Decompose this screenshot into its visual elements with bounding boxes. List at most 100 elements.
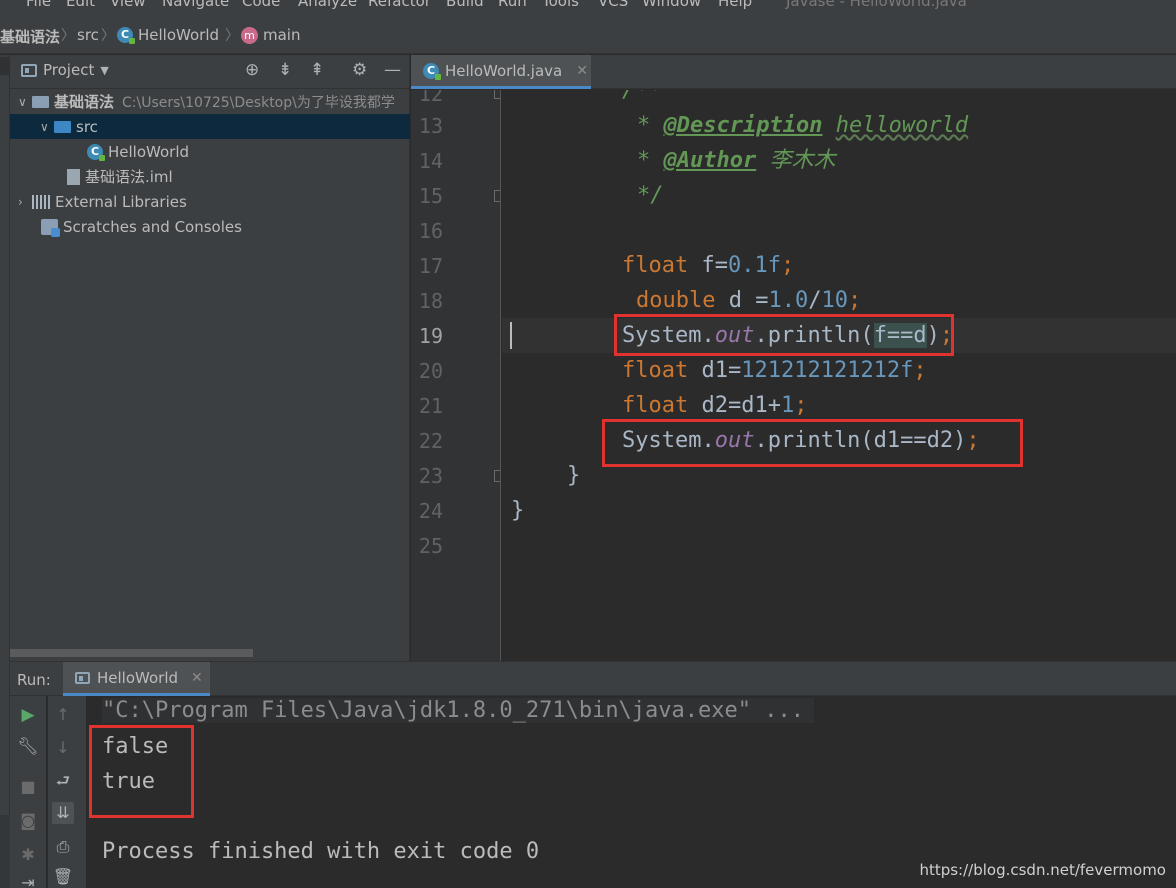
highlight-box (614, 314, 954, 356)
horizontal-scrollbar[interactable] (10, 649, 253, 657)
trash-icon[interactable]: 🗑︎ (52, 866, 74, 888)
collapse-all-icon[interactable]: ⇞ (310, 60, 324, 80)
fold-icon[interactable] (494, 90, 500, 99)
java-class-icon: C (423, 62, 441, 80)
menu-analyze[interactable]: Analyze (298, 0, 357, 10)
tree-item-external-libraries[interactable]: › External Libraries (10, 189, 410, 214)
tree-item-scratches[interactable]: Scratches and Consoles (10, 214, 410, 239)
left-tool-strip (0, 55, 10, 888)
breadcrumb-class[interactable]: C HelloWorld (117, 26, 219, 44)
chevron-right-icon: 〉 (101, 28, 115, 44)
code-line-18: double d =1.0/10; (636, 288, 862, 313)
structure-tool-button[interactable] (0, 815, 10, 888)
menu-edit[interactable]: Edit (66, 0, 95, 10)
expand-all-icon[interactable]: ⇟ (278, 60, 292, 80)
tree-item-project-root[interactable]: ∨ 基础语法 C:\Users\10725\Desktop\为了毕设我都学 (10, 89, 410, 114)
library-icon (32, 194, 50, 209)
console-output[interactable]: "C:\Program Files\Java\jdk1.8.0_271\bin\… (89, 696, 1176, 888)
tree-item-label: External Libraries (55, 192, 187, 211)
watermark: https://blog.csdn.net/fevermomo (919, 861, 1166, 879)
gear-icon[interactable]: ⚙ (352, 60, 367, 80)
code-line-12: /** (502, 90, 1176, 108)
run-toolbar-primary: ▶ 🔧︎ ■ ◙ ✱ ⇥ (10, 696, 46, 888)
close-icon[interactable]: ✕ (191, 670, 203, 686)
window-title: Javase - HelloWorld.java (786, 0, 967, 10)
stop-icon[interactable]: ■ (17, 776, 39, 798)
javadoc-text: helloworld (835, 113, 969, 138)
project-panel-header: Project ▼ ⊕ ⇟ ⇞ ⚙ — (10, 55, 410, 89)
tab-label: HelloWorld.java (445, 61, 563, 80)
breadcrumb-src[interactable]: src (77, 26, 99, 44)
exit-icon[interactable]: ⇥ (17, 872, 39, 888)
print-icon[interactable]: ⎙ (52, 836, 74, 858)
code-line-17: float f=0.1f; (622, 253, 795, 278)
rerun-icon[interactable]: ▶ (17, 704, 39, 726)
line-number: 22 (418, 429, 443, 453)
menu-run[interactable]: Run (498, 0, 527, 10)
menu-help[interactable]: Help (718, 0, 752, 10)
javadoc-tag: @Author (663, 148, 757, 173)
tree-item-helloworld[interactable]: C HelloWorld (10, 139, 410, 164)
menu-file[interactable]: File (26, 0, 51, 10)
fold-icon[interactable] (494, 190, 500, 202)
line-number: 18 (418, 289, 443, 313)
restore-layout-icon[interactable]: ✱ (17, 844, 39, 866)
line-number: 25 (418, 534, 443, 558)
run-toolbar-secondary: ↑ ↓ ⮐ ⇊ ⎙ 🗑︎ (48, 696, 86, 888)
breadcrumb-method[interactable]: m main (241, 26, 300, 44)
breadcrumb-project[interactable]: 基础语法 (0, 26, 60, 47)
tree-item-label: 基础语法.iml (85, 168, 173, 186)
line-number: 13 (418, 114, 443, 138)
scroll-to-end-icon[interactable]: ⇊ (52, 802, 74, 824)
menu-refactor[interactable]: Refactor (368, 0, 431, 10)
highlight-box (89, 725, 194, 818)
close-icon[interactable]: ✕ (576, 63, 588, 79)
menu-navigate[interactable]: Navigate (162, 0, 229, 10)
code-line-13: * @Description helloworld (637, 113, 969, 138)
tree-item-label: src (76, 117, 98, 136)
breadcrumb: 基础语法 〉 src 〉 C HelloWorld 〉 m main (0, 16, 1176, 54)
line-number: 17 (418, 254, 443, 278)
menu-vcs[interactable]: VCS (598, 0, 628, 10)
menu-build[interactable]: Build (446, 0, 484, 10)
line-number: 20 (418, 359, 443, 383)
camera-icon[interactable]: ◙ (17, 810, 39, 832)
chevron-right-icon: › (18, 194, 23, 209)
code-line-21: float d2=d1+1; (622, 393, 808, 418)
menu-view[interactable]: View (110, 0, 146, 10)
project-tool-button[interactable] (0, 57, 10, 75)
doc-comment-start: /** (622, 90, 662, 103)
arrow-down-icon[interactable]: ↓ (52, 737, 74, 759)
code-editor[interactable]: /** * @Description helloworld * @Author … (502, 90, 1176, 661)
line-number: 12 (418, 90, 443, 106)
project-view-selector[interactable]: Project ▼ (21, 61, 109, 79)
run-panel-header: Run: HelloWorld ✕ (10, 662, 1176, 696)
console-icon (75, 671, 90, 684)
code-line-20: float d1=121212121212f; (622, 358, 927, 383)
locate-icon[interactable]: ⊕ (245, 60, 259, 80)
editor-gutter: 12 13 14 15 16 17 18 19 20 21 22 23 24 2… (411, 90, 501, 661)
tree-item-label: 基础语法 (54, 93, 115, 111)
wrench-icon[interactable]: 🔧︎ (17, 736, 39, 758)
code-line-15: */ (637, 183, 664, 208)
chevron-down-icon: ∨ (18, 94, 27, 109)
menu-code[interactable]: Code (242, 0, 280, 10)
hide-icon[interactable]: — (384, 60, 401, 80)
menu-tools[interactable]: Tools (542, 0, 579, 10)
soft-wrap-icon[interactable]: ⮐ (52, 770, 74, 792)
tree-item-src[interactable]: ∨ src (10, 114, 410, 139)
dropdown-arrow-icon: ▼ (100, 63, 109, 77)
java-class-icon: C (117, 27, 135, 44)
fold-icon[interactable] (494, 470, 500, 482)
console-command-line: "C:\Program Files\Java\jdk1.8.0_271\bin\… (102, 698, 814, 723)
chevron-right-icon: 〉 (61, 28, 75, 44)
tree-item-iml[interactable]: 基础语法.iml (10, 164, 410, 189)
tab-helloworld-java[interactable]: C HelloWorld.java ✕ (411, 55, 591, 89)
javadoc-tag: @Description (663, 113, 823, 138)
breadcrumb-class-label: HelloWorld (138, 26, 220, 44)
tab-run-helloworld[interactable]: HelloWorld ✕ (63, 662, 210, 696)
arrow-up-icon[interactable]: ↑ (52, 704, 74, 726)
tree-item-label: HelloWorld (108, 142, 190, 161)
menu-bar: File Edit View Navigate Code Analyze Ref… (0, 0, 1176, 16)
menu-window[interactable]: Window (642, 0, 701, 10)
